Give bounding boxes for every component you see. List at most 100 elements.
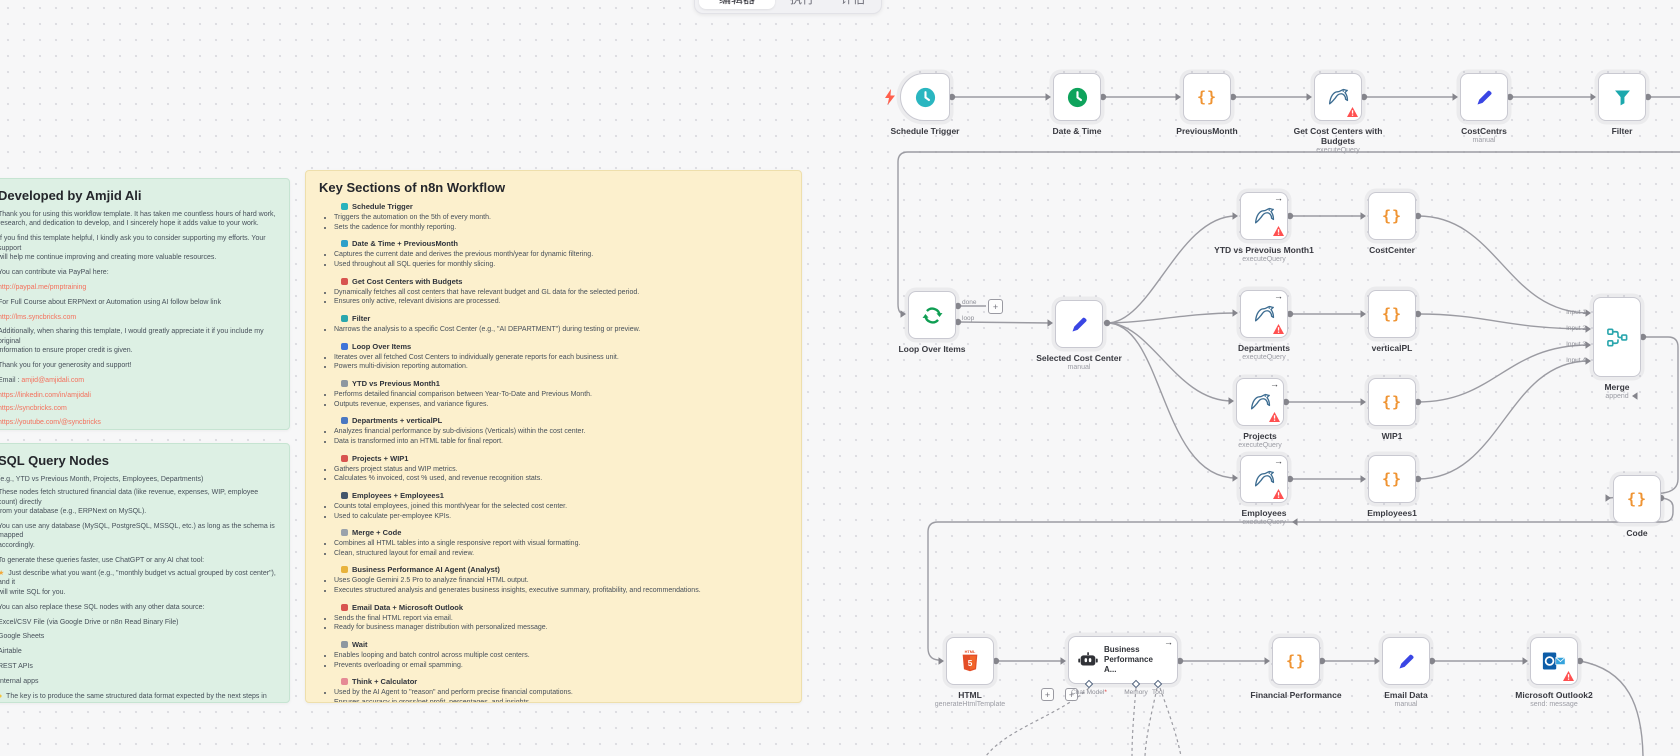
note-paragraph: Additionally, when sharing this template… [0,327,276,355]
notebook-icon [341,455,348,462]
node-business-performance-agent[interactable]: Business Performance A...→ [1068,636,1178,684]
node-ytd-vs-prevoius-month1[interactable]: → [1240,192,1288,240]
workflow-section-1: Schedule TriggerTriggers the automation … [319,202,788,232]
note-link[interactable]: amjid@amjidali.com [21,377,84,384]
add-node-button[interactable]: + [988,299,1003,314]
node-label: Projects [1190,431,1330,441]
note-paragraph: REST APIs [0,662,276,671]
node-previous-month[interactable]: {} [1183,73,1231,121]
node-html[interactable]: HTML5 [946,637,994,685]
note-text: Google Sheets [0,633,44,640]
note-paragraph: ★ Just describe what you want (e.g., "mo… [0,569,276,597]
workflow-section-11: Business Performance AI Agent (Analyst)U… [319,565,788,595]
port-label-loop: loop [962,315,974,322]
sticky-note-sql-query-nodes[interactable]: SQL Query Nodes (e.g., YTD vs Previous M… [0,443,290,703]
port-label-done: done [962,299,976,306]
html5-icon: HTML5 [959,649,981,673]
input-arrow [1229,397,1235,405]
note-text: https://youtube.com/@syncbricks [0,419,101,426]
node-financial-performance[interactable]: {} [1272,637,1320,685]
node-microsoft-outlook2[interactable] [1530,637,1578,685]
node-loop-over-items[interactable] [908,291,956,339]
node-label: Selected Cost Center [1009,353,1149,363]
node-subtitle: executeQuery [1194,354,1334,361]
node-inline-label: Business Performance A... [1104,645,1166,675]
funnel-icon [1612,87,1633,108]
workflow-section-6: YTD vs Previous Month1Performs detailed … [319,379,788,409]
warning-icon [1273,489,1284,499]
node-get-cost-centers-with-budgets[interactable] [1314,73,1362,121]
tab-editor[interactable]: 编辑器 [699,0,775,9]
note-text: The key is to produce the same structure… [0,693,267,703]
node-merge[interactable] [1593,297,1641,377]
section-bullet: Data is transformed into an HTML table f… [334,437,788,447]
input-arrow [1307,93,1313,101]
note-paragraph: To generate these queries faster, use Ch… [0,556,276,565]
node-schedule-trigger[interactable] [900,73,950,121]
subworkflow-arrow-icon: → [1274,292,1283,301]
tab-evaluations[interactable]: 评估 [829,0,877,9]
node-costcenter[interactable]: {} [1368,192,1416,240]
connection-wire [1418,361,1589,479]
node-date-time[interactable] [1053,73,1101,121]
node-label: Employees1 [1322,508,1462,518]
node-label: verticalPL [1322,343,1462,353]
node-employees[interactable]: → [1240,455,1288,503]
building-icon [341,417,348,424]
warning-icon [1269,412,1280,422]
bulb-icon: ● [0,692,2,701]
code-braces-icon: {} [1382,479,1402,480]
mysql-icon [1248,390,1273,415]
node-subtitle: manual [1009,364,1149,371]
input-arrow [1361,475,1367,483]
note-link[interactable]: http://lms.syncbricks.com [0,313,276,322]
node-projects[interactable]: → [1236,378,1284,426]
loop-icon [341,343,348,350]
section-bullet: Performs detailed financial comparison b… [334,390,788,400]
sticky-note-key-sections[interactable]: Key Sections of n8n Workflow Schedule Tr… [305,170,802,703]
section-title: Think + Calculator [341,677,788,686]
node-departments[interactable]: → [1240,290,1288,338]
node-verticalpl[interactable]: {} [1368,290,1416,338]
note-text: https://syncbricks.com [0,405,67,412]
output-port [1104,320,1110,326]
section-bullets: Analyzes financial performance by sub-di… [319,427,788,446]
node-costcentrs[interactable] [1460,73,1508,121]
port-label-text: Input 4 [1566,357,1586,364]
section-bullet: Executes structured analysis and generat… [334,586,788,596]
node-selected-cost-center[interactable] [1055,300,1103,348]
input-arrow [1586,341,1592,349]
sticky-note-body: Thank you for using this workflow templa… [0,210,276,427]
note-link[interactable]: https://syncbricks.com [0,404,276,413]
add-node-button[interactable]: + [1041,688,1054,701]
node-code[interactable]: {} [1613,475,1661,523]
workflow-section-7: Departments + verticalPLAnalyzes financi… [319,416,788,446]
pencil-icon [1474,87,1495,108]
note-text: REST APIs [0,663,33,670]
input-arrow [1361,398,1367,406]
note-link[interactable]: https://linkedin.com/in/amjidali [0,391,276,400]
note-text: Excel/CSV File (via Google Drive or n8n … [0,619,179,626]
port-label-input3: Input 3 [1544,341,1586,348]
note-paragraph: Email : amjid@amjidali.com [0,376,276,385]
note-text: Thank you for your generosity and suppor… [0,362,131,369]
port-label-text: loop [962,315,974,322]
node-email-data[interactable] [1382,637,1430,685]
section-bullets: Combines all HTML tables into a single r… [319,539,788,558]
tab-executions[interactable]: 执行 [778,0,826,9]
node-employees1[interactable]: {} [1368,455,1416,503]
sticky-note-developer[interactable]: Developed by Amjid Ali Thank you for usi… [0,178,290,430]
port-label-text: Input 3 [1566,341,1586,348]
note-link[interactable]: http://paypal.me/pmptraining [0,283,276,292]
node-filter[interactable] [1598,73,1646,121]
node-subtitle: manual [1414,137,1554,144]
node-subtitle: executeQuery [1194,519,1334,526]
input-arrow [1586,325,1592,333]
mail-icon [341,604,348,611]
n8n-workflow-editor: 编辑器 执行 评估 Developed by Amjid Ali Thank y… [0,0,1680,756]
note-link[interactable]: https://youtube.com/@syncbricks [0,418,276,427]
node-wip1[interactable]: {} [1368,378,1416,426]
input-arrow [1523,657,1529,665]
note-text: http://paypal.me/pmptraining [0,284,86,291]
note-text: To generate these queries faster, use Ch… [0,557,204,564]
